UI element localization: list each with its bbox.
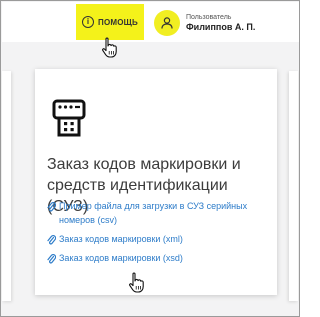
- link-label[interactable]: Пример файла для загрузки в СУЗ серийных…: [59, 200, 275, 228]
- attachment-links: Пример файла для загрузки в СУЗ серийных…: [47, 200, 275, 271]
- link-xsd[interactable]: Заказ кодов маркировки (xsd): [47, 252, 275, 266]
- help-label: ПОМОЩЬ: [98, 17, 138, 27]
- link-label[interactable]: Заказ кодов маркировки (xml): [59, 233, 183, 247]
- link-xml[interactable]: Заказ кодов маркировки (xml): [47, 233, 275, 247]
- help-button[interactable]: i ПОМОЩЬ: [76, 4, 144, 40]
- printer-icon: [52, 99, 86, 137]
- link-csv-example[interactable]: Пример файла для загрузки в СУЗ серийных…: [47, 200, 275, 228]
- paperclip-icon: [47, 234, 56, 245]
- suz-card[interactable]: Заказ кодов маркировки и средств идентиф…: [35, 69, 277, 295]
- top-bar: i ПОМОЩЬ Пользователь Филиппов А. П.: [2, 2, 299, 42]
- right-card-edge: [289, 71, 298, 301]
- avatar: [154, 10, 180, 36]
- left-card-edge: [2, 71, 11, 301]
- paperclip-icon: [47, 253, 56, 264]
- info-icon: i: [82, 16, 95, 28]
- user-menu[interactable]: Пользователь Филиппов А. П.: [154, 8, 255, 38]
- user-name: Филиппов А. П.: [186, 21, 256, 32]
- app-window: i ПОМОЩЬ Пользователь Филиппов А. П. Зак…: [0, 0, 300, 317]
- user-role-label: Пользователь: [186, 13, 232, 21]
- user-icon: [161, 17, 173, 29]
- paperclip-icon: [47, 202, 56, 212]
- link-label[interactable]: Заказ кодов маркировки (xsd): [59, 252, 183, 266]
